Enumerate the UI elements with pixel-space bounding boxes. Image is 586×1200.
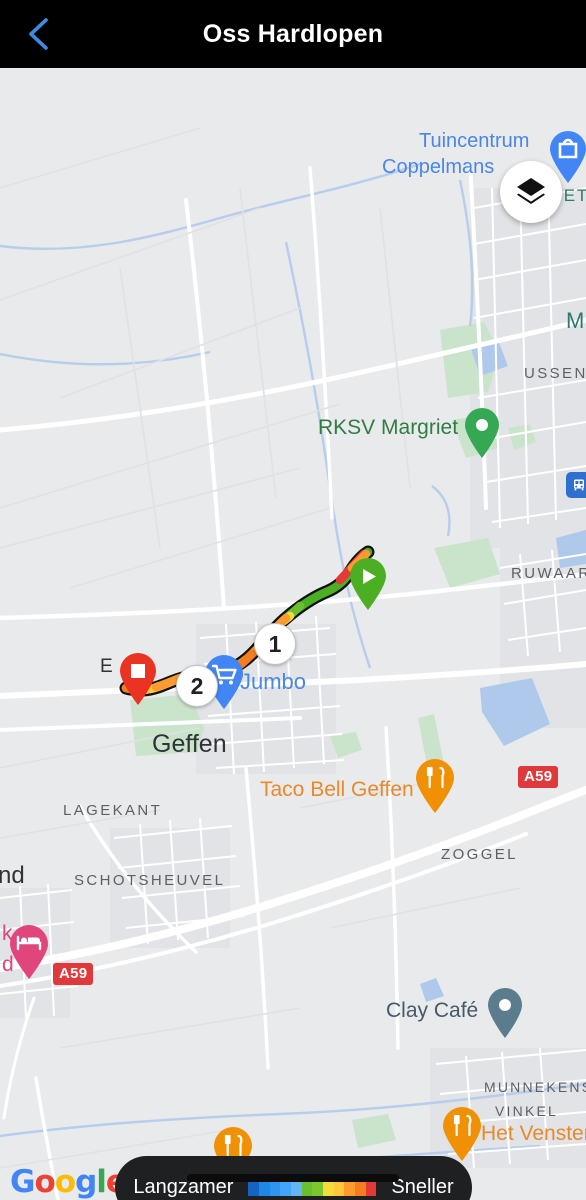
- google-watermark: Google: [10, 1164, 127, 1200]
- highway-shield-a59-west: A59: [53, 963, 94, 985]
- map-layers-button[interactable]: [500, 161, 562, 223]
- restaurant-icon: [416, 759, 454, 813]
- pin-route-start[interactable]: [348, 557, 388, 616]
- km-marker-1[interactable]: 1: [254, 623, 296, 665]
- back-button[interactable]: [14, 10, 62, 58]
- google-letter-o1: o: [34, 1164, 55, 1200]
- google-letter-g1: G: [10, 1164, 35, 1200]
- bus-icon: [574, 479, 584, 491]
- pin-rksv-margriet-park[interactable]: [463, 407, 501, 464]
- pin-hotel[interactable]: [8, 924, 50, 985]
- play-icon: [350, 558, 386, 610]
- restaurant-icon: [443, 1107, 481, 1161]
- legend-faster-label: Sneller: [391, 1176, 454, 1198]
- km-marker-2[interactable]: 2: [176, 665, 218, 707]
- google-letter-o2: o: [54, 1164, 76, 1200]
- pin-clay-cafe[interactable]: [486, 987, 524, 1044]
- cafe-pin-icon: [488, 988, 522, 1038]
- map-canvas[interactable]: Tuincentrum Coppelmans MET M RKSV Margri…: [0, 68, 586, 1200]
- hotel-bed-icon: [10, 925, 48, 979]
- chevron-left-icon: [29, 18, 48, 50]
- google-letter-l: l: [96, 1164, 107, 1200]
- stop-square-icon: [120, 653, 156, 705]
- app-header: Oss Hardlopen: [0, 0, 586, 68]
- layers-icon: [517, 178, 545, 204]
- page-title: Oss Hardlopen: [202, 19, 384, 48]
- transit-station-icon[interactable]: [566, 472, 586, 498]
- highway-shield-a59-east: A59: [518, 766, 559, 788]
- google-letter-g2: g: [75, 1164, 97, 1200]
- pin-route-finish[interactable]: [118, 652, 158, 711]
- home-indicator: [187, 1174, 399, 1182]
- pin-taco-bell-restaurant[interactable]: [414, 758, 456, 819]
- park-pin-icon: [465, 408, 499, 458]
